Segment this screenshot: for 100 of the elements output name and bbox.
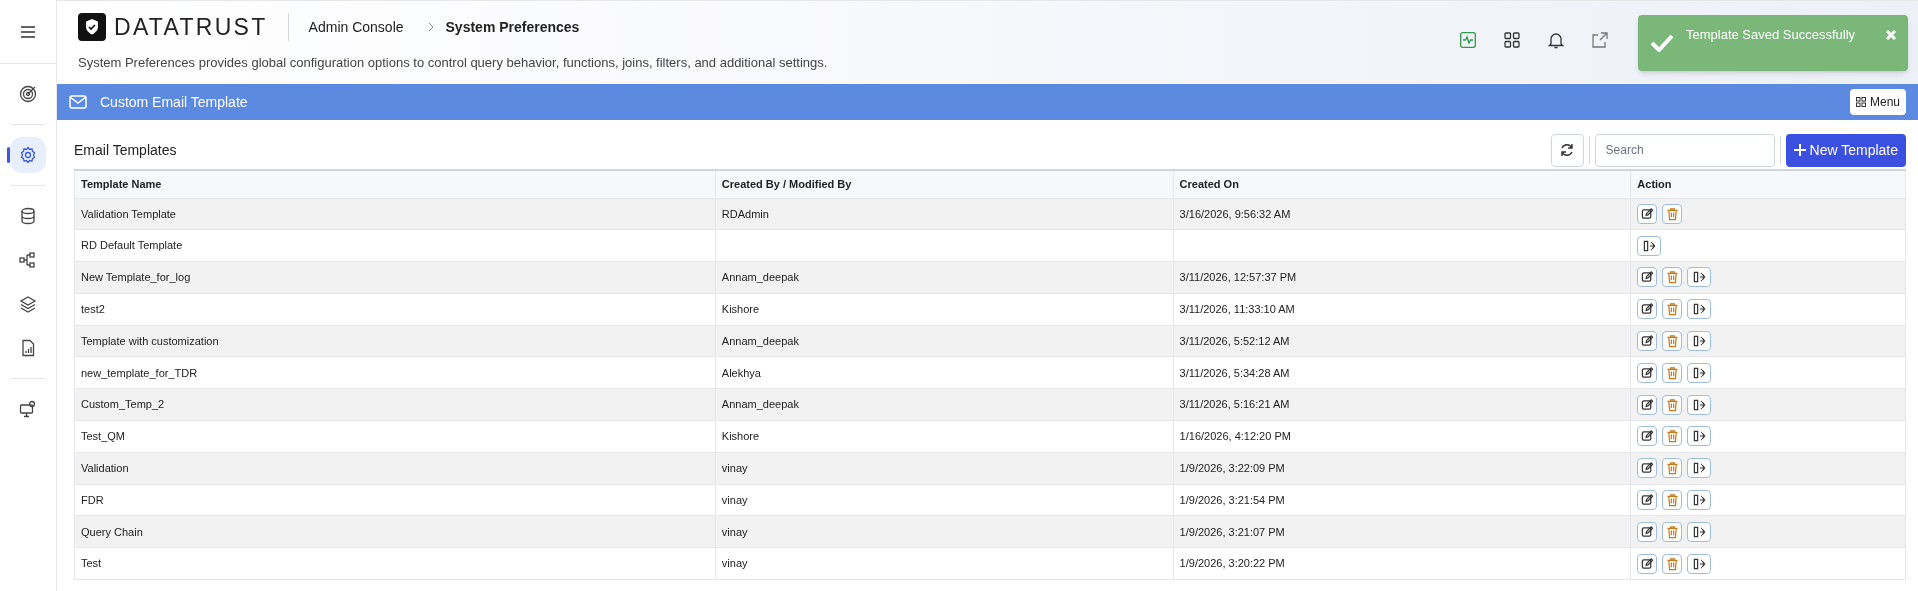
edit-button[interactable]	[1637, 426, 1658, 447]
sidebar-item-active[interactable]	[10, 137, 46, 173]
table-cell: vinay	[721, 493, 748, 506]
new-template-button[interactable]: New Template	[1785, 133, 1906, 167]
share-button[interactable]	[1687, 458, 1712, 479]
search-field[interactable]: Search	[1594, 133, 1775, 167]
share-button[interactable]	[1687, 331, 1712, 352]
page-description: System Preferences provides global configuration options to control query behavior, functions, joins, filters, and additional settings.	[78, 54, 829, 72]
table-cell: vinay	[721, 525, 748, 538]
pencil-icon	[1640, 206, 1654, 221]
menu-button[interactable]: Menu	[1849, 89, 1906, 115]
table-cell: new_template_for_TDR	[81, 366, 198, 379]
edit-button[interactable]	[1637, 521, 1658, 542]
table-cell: Kishore	[721, 303, 760, 316]
pencil-icon	[1640, 397, 1654, 412]
table-cell: Annam_deepak	[721, 334, 799, 347]
grid-icon[interactable]	[1504, 32, 1520, 48]
edit-button[interactable]	[1637, 267, 1658, 288]
panel-branch-icon	[1642, 238, 1656, 253]
edit-button[interactable]	[1637, 203, 1658, 224]
panel-branch-icon	[1692, 334, 1706, 349]
panel-branch-icon	[1692, 429, 1706, 444]
table-cell: vinay	[721, 462, 748, 474]
grid-icon	[1855, 97, 1866, 107]
table-cell: 1/16/2026, 4:12:20 PM	[1179, 430, 1291, 443]
monitor-icon[interactable]	[19, 400, 37, 418]
page-title: System Preferences	[445, 17, 580, 37]
table-cell: 1/9/2026, 3:22:09 PM	[1179, 462, 1285, 474]
table-cell: 3/11/2026, 5:52:12 AM	[1179, 334, 1290, 347]
table-cell: test2	[81, 303, 105, 316]
nodes-icon[interactable]	[19, 251, 37, 269]
panel-branch-icon	[1692, 270, 1706, 285]
pencil-icon	[1640, 524, 1654, 539]
table-cell: Custom_Temp_2	[81, 398, 165, 411]
edit-button[interactable]	[1637, 394, 1658, 415]
trash-icon	[1665, 493, 1679, 508]
column-header[interactable]: Created On	[1173, 170, 1631, 198]
report-file-icon[interactable]	[19, 339, 37, 357]
panel-branch-icon	[1692, 461, 1706, 476]
column-header[interactable]: Created By / Modified By	[715, 170, 1174, 198]
share-button[interactable]	[1687, 394, 1712, 415]
edit-button[interactable]	[1637, 299, 1658, 320]
refresh-icon	[1560, 143, 1575, 157]
activity-icon[interactable]	[1460, 32, 1476, 48]
share-button[interactable]	[1687, 521, 1712, 542]
table-cell: 1/9/2026, 3:20:22 PM	[1179, 557, 1285, 570]
table-cell: Test	[81, 557, 102, 570]
layers-icon[interactable]	[19, 295, 37, 313]
edit-button[interactable]	[1637, 362, 1658, 383]
table-cell: 3/16/2026, 9:56:32 AM	[1179, 207, 1291, 220]
share-button[interactable]	[1687, 267, 1712, 288]
menu-icon[interactable]	[21, 25, 35, 38]
panel-branch-icon	[1692, 365, 1706, 380]
panel-title: Email Templates	[74, 140, 178, 160]
share-button[interactable]	[1687, 553, 1712, 574]
panel-branch-icon	[1692, 556, 1706, 571]
table-cell: 1/9/2026, 3:21:54 PM	[1179, 493, 1285, 506]
database-icon[interactable]	[19, 207, 37, 225]
breadcrumb-link[interactable]: Admin Console	[308, 16, 404, 38]
trash-icon	[1665, 397, 1679, 412]
column-header[interactable]: Template Name	[74, 170, 716, 198]
pencil-icon	[1640, 270, 1654, 285]
table-cell: 1/9/2026, 3:21:07 PM	[1179, 525, 1285, 538]
panel-branch-icon	[1692, 524, 1706, 539]
trash-icon	[1665, 206, 1679, 221]
table-cell: Template with customization	[81, 334, 219, 347]
table-cell: RDAdmin	[721, 207, 769, 220]
target-icon[interactable]	[19, 85, 37, 103]
share-button[interactable]	[1687, 362, 1712, 383]
pencil-icon	[1640, 556, 1654, 571]
table-cell: Kishore	[721, 430, 760, 443]
envelope-icon	[69, 95, 87, 109]
panel-branch-icon	[1692, 302, 1706, 317]
edit-button[interactable]	[1637, 490, 1658, 511]
bell-icon[interactable]	[1548, 31, 1564, 49]
plus-icon	[1793, 144, 1806, 156]
table-cell: FDR	[81, 493, 104, 506]
pencil-icon	[1640, 365, 1654, 380]
table-cell: New Template_for_log	[81, 271, 191, 284]
edit-button[interactable]	[1637, 458, 1658, 479]
pencil-icon	[1640, 334, 1654, 349]
panel-branch-icon	[1692, 397, 1706, 412]
section-title: Custom Email Template	[100, 92, 249, 112]
share-button[interactable]	[1687, 299, 1712, 320]
column-header[interactable]: Action	[1630, 170, 1906, 198]
table-cell: Validation	[81, 462, 129, 474]
settings-icon[interactable]	[19, 146, 37, 164]
trash-icon	[1665, 429, 1679, 444]
table-cell: Query Chain	[81, 525, 143, 538]
edit-button[interactable]	[1637, 553, 1658, 574]
refresh-button[interactable]	[1550, 133, 1584, 167]
pencil-icon	[1640, 302, 1654, 317]
table-cell: Annam_deepak	[721, 398, 799, 411]
toast-message: Template Saved Successfully	[1686, 26, 1857, 45]
edit-button[interactable]	[1637, 331, 1658, 352]
external-link-icon[interactable]	[1592, 32, 1608, 48]
share-button[interactable]	[1637, 235, 1662, 256]
share-button[interactable]	[1687, 490, 1712, 511]
table-cell: Annam_deepak	[721, 271, 799, 284]
share-button[interactable]	[1687, 426, 1712, 447]
